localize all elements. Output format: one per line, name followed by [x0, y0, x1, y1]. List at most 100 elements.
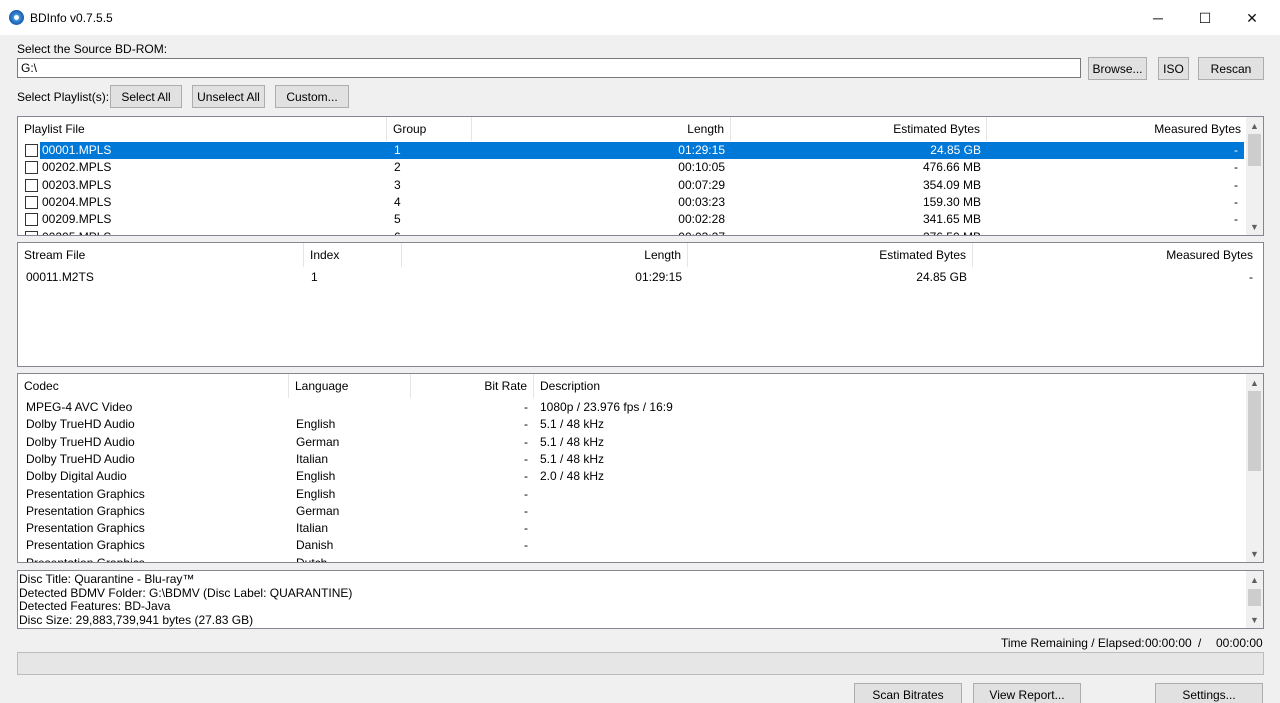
table-row[interactable]: 00203.MPLS 3 00:07:29 354.09 MB -	[18, 177, 1246, 194]
codec-scrollbar[interactable]: ▲ ▼	[1246, 374, 1263, 562]
view-report-button[interactable]: View Report...	[973, 683, 1081, 703]
col-codec[interactable]: Codec	[18, 374, 289, 398]
playlist-checkbox[interactable]	[25, 213, 38, 227]
col-measured-bytes[interactable]: Measured Bytes	[973, 243, 1259, 267]
scroll-up-icon[interactable]: ▲	[1246, 374, 1263, 391]
scroll-up-icon[interactable]: ▲	[1246, 571, 1263, 588]
scroll-thumb[interactable]	[1248, 589, 1261, 606]
table-row[interactable]: Dolby TrueHD Audio Italian -5.1 / 48 kHz	[18, 451, 1246, 468]
playlist-checkbox[interactable]	[25, 195, 38, 209]
minimize-button[interactable]: ─	[1135, 0, 1181, 36]
table-row[interactable]: Presentation Graphics Italian -	[18, 520, 1246, 537]
close-button[interactable]: ✕	[1229, 0, 1275, 36]
table-row[interactable]: 00011.M2TS 1 01:29:15 24.85 GB -	[18, 269, 1263, 286]
table-row[interactable]: 00001.MPLS 1 01:29:15 24.85 GB -	[18, 142, 1246, 159]
col-estimated-bytes[interactable]: Estimated Bytes	[688, 243, 973, 267]
stream-list[interactable]: Stream File Index Length Estimated Bytes…	[17, 242, 1264, 367]
playlist-estimated-bytes: 24.85 GB	[930, 143, 981, 157]
select-playlists-label: Select Playlist(s):	[17, 90, 110, 104]
codec-description: 5.1 / 48 kHz	[540, 434, 605, 449]
time-remaining-value: 00:00:00	[1145, 636, 1192, 650]
scroll-down-icon[interactable]: ▼	[1246, 545, 1263, 562]
disc-info-line: Detected Features: BD-Java	[19, 599, 171, 613]
playlist-estimated-bytes: 159.30 MB	[922, 194, 981, 209]
iso-button[interactable]: ISO	[1158, 57, 1189, 80]
table-row[interactable]: 00205.MPLS 6 00:03:27 276.50 MB-	[18, 229, 1246, 236]
playlist-list[interactable]: Playlist File Group Length Estimated Byt…	[17, 116, 1264, 236]
playlist-scrollbar[interactable]: ▲ ▼	[1246, 117, 1263, 235]
col-length[interactable]: Length	[472, 117, 731, 141]
codec-name: Presentation Graphics	[26, 521, 145, 536]
info-scrollbar[interactable]: ▲ ▼	[1246, 571, 1263, 628]
col-length[interactable]: Length	[402, 243, 688, 267]
playlist-file: 00202.MPLS	[42, 160, 112, 175]
playlist-estimated-bytes: 276.50 MB	[731, 229, 981, 236]
playlist-checkbox[interactable]	[25, 178, 38, 192]
playlist-length: 00:03:23	[678, 194, 725, 209]
scroll-down-icon[interactable]: ▼	[1246, 611, 1263, 628]
table-row[interactable]: Presentation Graphics German -	[18, 503, 1246, 520]
time-separator: /	[1198, 636, 1202, 650]
codec-description: 5.1 / 48 kHz	[540, 451, 605, 466]
select-all-button[interactable]: Select All	[110, 85, 182, 108]
table-row[interactable]: Presentation Graphics Dutch -	[18, 555, 1246, 563]
codec-name: Presentation Graphics	[26, 503, 145, 518]
scroll-thumb[interactable]	[1248, 391, 1261, 471]
codec-bit-rate: -	[524, 503, 528, 518]
playlist-measured-bytes: -	[987, 229, 1238, 236]
col-bit-rate[interactable]: Bit Rate	[411, 374, 534, 398]
playlist-measured-bytes: -	[1234, 143, 1238, 157]
col-language[interactable]: Language	[289, 374, 411, 398]
playlist-measured-bytes: -	[1234, 194, 1238, 209]
codec-list[interactable]: Codec Language Bit Rate Description MPEG…	[17, 373, 1264, 563]
disc-info-line: Detected BDMV Folder: G:\BDMV (Disc Labe…	[19, 585, 353, 600]
unselect-all-button[interactable]: Unselect All	[192, 85, 265, 108]
col-playlist-file[interactable]: Playlist File	[18, 117, 387, 141]
rescan-button[interactable]: Rescan	[1198, 57, 1264, 80]
source-path-input[interactable]	[17, 58, 1081, 78]
stream-index: 1	[311, 270, 318, 284]
playlist-checkbox[interactable]	[25, 144, 38, 157]
codec-bit-rate: -	[524, 521, 528, 536]
table-row[interactable]: 00204.MPLS 4 00:03:23 159.30 MB -	[18, 194, 1246, 211]
settings-button[interactable]: Settings...	[1155, 683, 1263, 703]
scroll-down-icon[interactable]: ▼	[1246, 218, 1263, 235]
col-measured-bytes[interactable]: Measured Bytes	[987, 117, 1247, 141]
col-group[interactable]: Group	[387, 117, 472, 141]
codec-language: Dutch	[296, 555, 328, 563]
playlist-checkbox[interactable]	[25, 161, 38, 175]
stream-length: 01:29:15	[635, 270, 682, 284]
table-row[interactable]: Presentation Graphics English -	[18, 486, 1246, 503]
time-remaining-label: Time Remaining / Elapsed:	[1001, 636, 1145, 650]
col-stream-file[interactable]: Stream File	[18, 243, 304, 267]
maximize-button[interactable]: ☐	[1182, 0, 1228, 36]
codec-bit-rate: -	[524, 538, 528, 553]
stream-estimated-bytes: 24.85 GB	[916, 270, 967, 284]
table-row[interactable]: Presentation Graphics Danish -	[18, 537, 1246, 554]
disc-info-box[interactable]: Disc Title: Quarantine - Blu-ray™ Detecte…	[17, 570, 1264, 629]
custom-button[interactable]: Custom...	[275, 85, 349, 108]
codec-language: English	[296, 486, 336, 501]
playlist-estimated-bytes: 354.09 MB	[922, 177, 981, 192]
codec-name: Dolby TrueHD Audio	[26, 451, 135, 466]
browse-button[interactable]: Browse...	[1088, 57, 1147, 80]
stream-measured-bytes: -	[1249, 270, 1253, 284]
playlist-length: 01:29:15	[678, 143, 725, 157]
time-elapsed-value: 00:00:00	[1216, 636, 1263, 650]
playlist-checkbox[interactable]	[25, 230, 38, 235]
col-estimated-bytes[interactable]: Estimated Bytes	[731, 117, 987, 141]
col-index[interactable]: Index	[304, 243, 402, 267]
playlist-measured-bytes: -	[1234, 177, 1238, 192]
table-row[interactable]: MPEG-4 AVC Video -1080p / 23.976 fps / 16…	[18, 399, 1246, 416]
table-row[interactable]: 00209.MPLS 5 00:02:28 341.65 MB -	[18, 211, 1246, 228]
table-row[interactable]: Dolby TrueHD Audio English -5.1 / 48 kHz	[18, 416, 1246, 433]
title-bar: BDInfo v0.7.5.5 ─ ☐ ✕	[0, 0, 1280, 36]
table-row[interactable]: 00202.MPLS 2 00:10:05 476.66 MB -	[18, 159, 1246, 176]
table-row[interactable]: Dolby TrueHD Audio German -5.1 / 48 kHz	[18, 434, 1246, 451]
scroll-up-icon[interactable]: ▲	[1246, 117, 1263, 134]
col-description[interactable]: Description	[534, 374, 1247, 398]
scan-bitrates-button[interactable]: Scan Bitrates	[854, 683, 962, 703]
codec-language: German	[296, 434, 340, 449]
scroll-thumb[interactable]	[1248, 134, 1261, 166]
table-row[interactable]: Dolby Digital Audio English -2.0 / 48 kHz	[18, 468, 1246, 485]
